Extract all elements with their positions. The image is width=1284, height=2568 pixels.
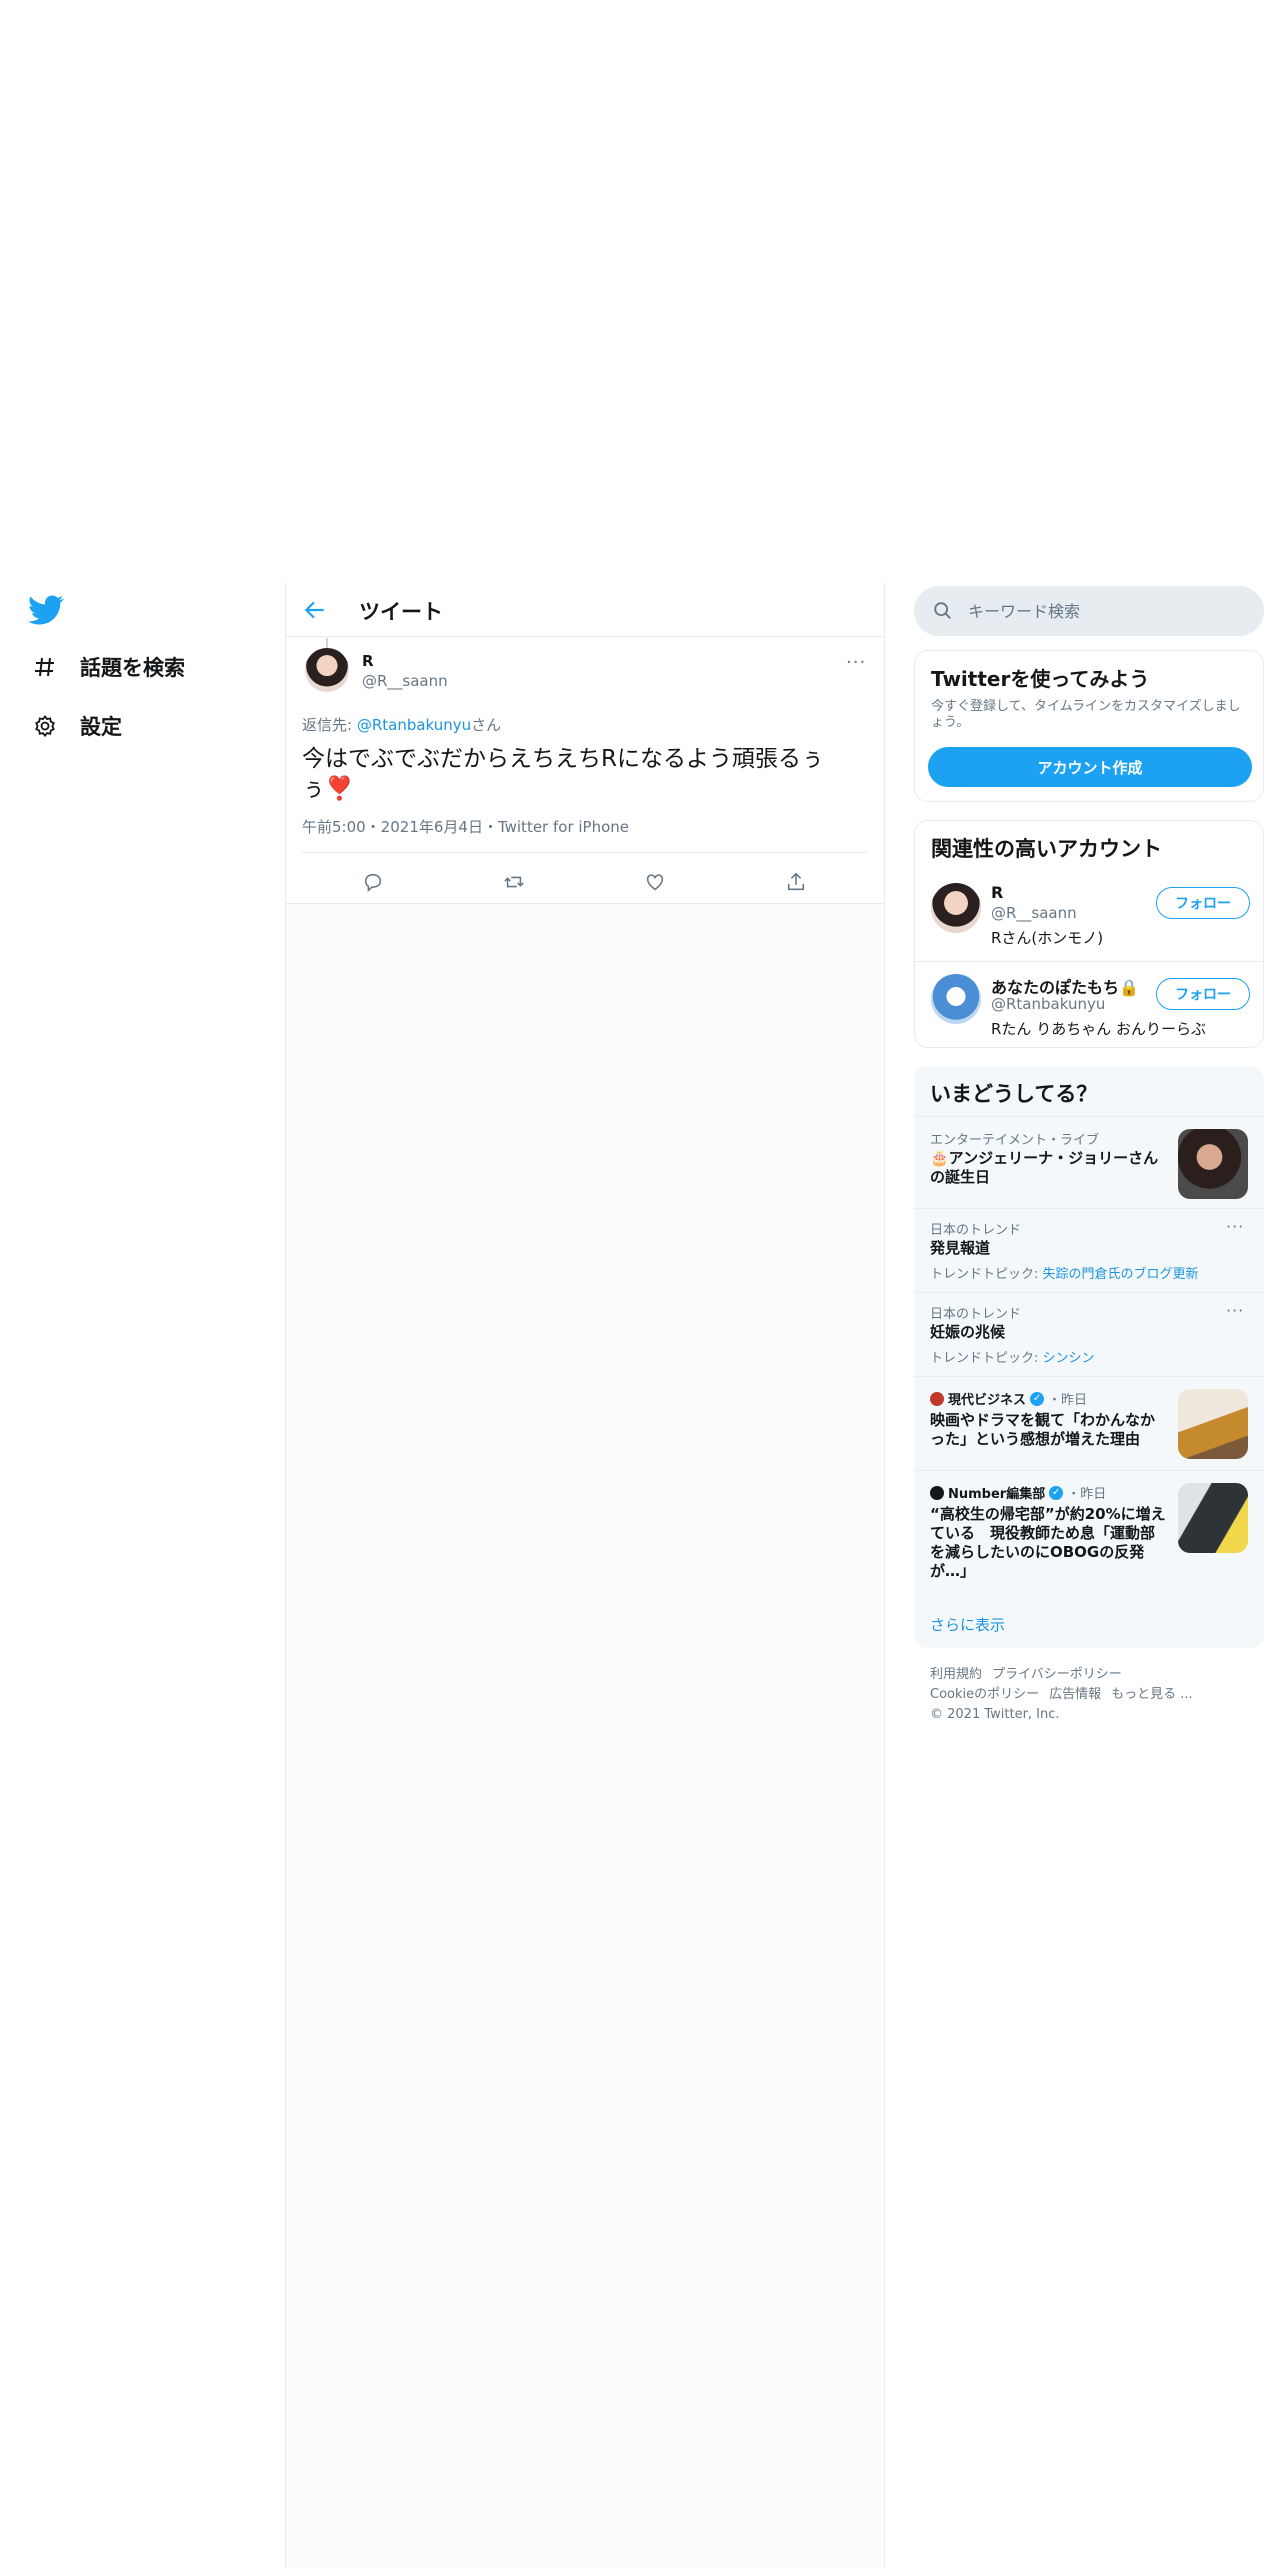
reply-prefix: 返信先: xyxy=(302,716,357,734)
related-title: 関連性の高いアカウント xyxy=(931,837,1162,861)
signup-card: Twitterを使ってみよう 今すぐ登録して、タイムラインをカスタマイズしましょ… xyxy=(914,650,1264,802)
reply-icon[interactable] xyxy=(353,862,393,902)
signup-title: Twitterを使ってみよう xyxy=(931,667,1150,691)
divider xyxy=(302,852,868,853)
source-name: Number編集部 xyxy=(948,1487,1046,1502)
nav-explore[interactable]: 話題を検索 xyxy=(32,645,185,689)
follow-button[interactable]: フォロー xyxy=(1156,887,1250,919)
footer-link[interactable]: 利用規約 xyxy=(930,1667,982,1682)
trend-topic-prefix: トレンドトピック: xyxy=(930,1267,1043,1282)
gear-icon xyxy=(32,713,58,739)
verified-badge-icon: ✓ xyxy=(1049,1485,1064,1500)
trend-item[interactable]: 日本のトレンド ··· 妊娠の兆候 トレンドトピック: シンシン xyxy=(914,1292,1264,1376)
share-icon[interactable] xyxy=(776,862,816,902)
signup-description: 今すぐ登録して、タイムラインをカスタマイズしましょう。 xyxy=(931,699,1241,730)
nav-explore-label: 話題を検索 xyxy=(80,656,185,680)
like-icon[interactable] xyxy=(635,862,675,902)
account-bio: Rさん(ホンモノ) xyxy=(991,929,1104,947)
center-header: ツイート xyxy=(286,583,884,637)
back-arrow-icon[interactable] xyxy=(302,597,328,623)
tweet: R @R__saann ··· 返信先: @Rtanbakunyuさん 今はでぶ… xyxy=(286,638,884,904)
news-source: Number編集部 ✓ ・昨日 xyxy=(930,1483,1106,1502)
source-logo-icon xyxy=(930,1391,944,1406)
news-thumbnail xyxy=(1178,1389,1248,1459)
trend-topic: トレンドトピック: シンシン xyxy=(930,1347,1095,1366)
create-account-button[interactable]: アカウント作成 xyxy=(928,747,1252,787)
account-name[interactable]: R xyxy=(991,883,1003,902)
follow-button[interactable]: フォロー xyxy=(1156,978,1250,1010)
trends-title: いまどうしてる？ xyxy=(930,1082,1098,1106)
tweet-author-name[interactable]: R xyxy=(362,652,374,670)
avatar[interactable] xyxy=(931,974,981,1024)
account-handle: @R__saann xyxy=(991,904,1077,922)
show-more-link[interactable]: さらに表示 xyxy=(930,1614,1005,1635)
avatar[interactable] xyxy=(305,648,349,692)
center-column: ツイート R @R__saann ··· 返信先: @Rtanbakunyuさん… xyxy=(285,583,885,2568)
footer-link[interactable]: もっと見る ... xyxy=(1111,1687,1193,1702)
verified-badge-icon: ✓ xyxy=(1030,1391,1045,1406)
footer-link[interactable]: Cookieのポリシー xyxy=(930,1687,1039,1702)
account-handle: @Rtanbakunyu xyxy=(991,995,1106,1013)
reply-suffix: さん xyxy=(471,716,502,734)
trend-category: 日本のトレンド xyxy=(930,1223,1022,1238)
reply-thread-line xyxy=(326,638,328,648)
trends-card: いまどうしてる？ エンターテイメント・ライブ 🎂アンジェリーナ・ジョリーさんの誕… xyxy=(914,1066,1264,1648)
trend-category: エンターテイメント・ライブ xyxy=(930,1133,1100,1148)
search-input[interactable] xyxy=(968,586,1248,636)
more-options-icon[interactable]: ··· xyxy=(846,652,866,673)
footer-link[interactable]: プライバシーポリシー xyxy=(992,1667,1122,1682)
reply-to-link[interactable]: @Rtanbakunyu xyxy=(357,716,471,734)
trend-title: 発見報道 xyxy=(930,1239,991,1257)
trend-topic-link[interactable]: 失踪の門倉氏のブログ更新 xyxy=(1043,1267,1199,1282)
search-icon xyxy=(932,600,954,622)
source-time: ・昨日 xyxy=(1067,1487,1107,1502)
nav-settings-label: 設定 xyxy=(80,715,122,739)
tweet-text: 今はでぶでぶだからえちえちRになるよう頑張るぅぅ❣️ xyxy=(302,746,824,802)
nav-settings[interactable]: 設定 xyxy=(32,704,122,748)
tweet-author-handle[interactable]: @R__saann xyxy=(362,672,448,690)
trend-title: 🎂アンジェリーナ・ジョリーさんの誕生日 xyxy=(930,1149,1159,1186)
twitter-logo-icon[interactable] xyxy=(28,592,64,628)
tweet-timestamp[interactable]: 午前5:00・2021年6月4日・Twitter for iPhone xyxy=(302,816,629,837)
hashtag-icon xyxy=(32,654,58,680)
trend-topic-prefix: トレンドトピック: xyxy=(930,1351,1043,1366)
more-options-icon[interactable]: ··· xyxy=(1226,1301,1244,1320)
trend-item[interactable]: 日本のトレンド ··· 発見報道 トレンドトピック: 失踪の門倉氏のブログ更新 xyxy=(914,1208,1264,1292)
news-title: 映画やドラマを観て「わかんなかった」という感想が増えた理由 xyxy=(930,1411,1156,1448)
news-source: 現代ビジネス ✓ ・昨日 xyxy=(930,1389,1087,1408)
avatar[interactable] xyxy=(931,883,981,933)
source-time: ・昨日 xyxy=(1048,1393,1088,1408)
account-bio: Rたん りあちゃん おんりーらぶ xyxy=(991,1020,1206,1038)
footer-link[interactable]: 広告情報 xyxy=(1049,1687,1101,1702)
related-account[interactable]: R @R__saann Rさん(ホンモノ) フォロー xyxy=(915,871,1263,961)
related-accounts-card: 関連性の高いアカウント R @R__saann Rさん(ホンモノ) フォロー あ… xyxy=(914,820,1264,1048)
trend-thumbnail xyxy=(1178,1129,1248,1199)
news-item[interactable]: Number編集部 ✓ ・昨日 “高校生の帰宅部”が約20%に増えている 現役教… xyxy=(914,1470,1264,1594)
page-title: ツイート xyxy=(359,600,443,624)
search-bar[interactable] xyxy=(914,586,1264,636)
trend-title: 妊娠の兆候 xyxy=(930,1323,1006,1341)
related-account[interactable]: あなたのぽたもち🔒 @Rtanbakunyu Rたん りあちゃん おんりーらぶ … xyxy=(915,961,1263,1047)
trend-topic-link[interactable]: シンシン xyxy=(1043,1351,1095,1366)
copyright: © 2021 Twitter, Inc. xyxy=(930,1707,1060,1722)
retweet-icon[interactable] xyxy=(494,862,534,902)
footer: 利用規約 プライバシーポリシー Cookieのポリシー 広告情報 もっと見る ... … xyxy=(930,1665,1260,1725)
more-options-icon[interactable]: ··· xyxy=(1226,1217,1244,1236)
reply-to-line: 返信先: @Rtanbakunyuさん xyxy=(302,714,501,735)
trend-category: 日本のトレンド xyxy=(930,1307,1022,1322)
news-title: “高校生の帰宅部”が約20%に増えている 現役教師ため息「運動部を減らしたいのに… xyxy=(930,1505,1166,1580)
news-item[interactable]: 現代ビジネス ✓ ・昨日 映画やドラマを観て「わかんなかった」という感想が増えた… xyxy=(914,1376,1264,1470)
source-logo-icon xyxy=(930,1485,944,1500)
trend-item[interactable]: エンターテイメント・ライブ 🎂アンジェリーナ・ジョリーさんの誕生日 xyxy=(914,1116,1264,1208)
news-thumbnail xyxy=(1178,1483,1248,1553)
source-name: 現代ビジネス xyxy=(948,1393,1027,1408)
trend-topic: トレンドトピック: 失踪の門倉氏のブログ更新 xyxy=(930,1263,1199,1282)
